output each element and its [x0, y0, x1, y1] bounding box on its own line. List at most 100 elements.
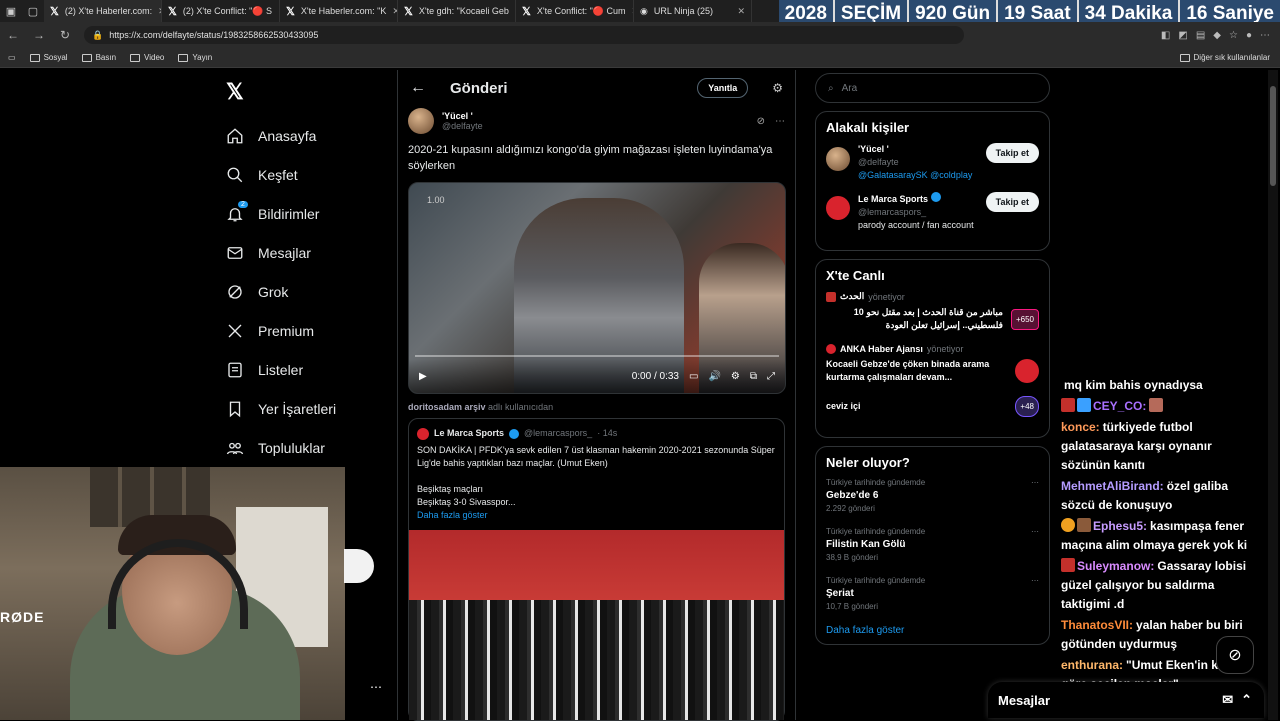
back-icon[interactable]: ← [0, 28, 26, 42]
trend-item[interactable]: Türkiye tarihinde gündemde ⋯ Filistin Kan … [826, 527, 1039, 562]
volume-icon[interactable]: 🔊 [708, 371, 720, 382]
url-field[interactable]: 🔒 https://x.com/delfayte/status/198325866… [84, 26, 964, 44]
extension-icon[interactable]: ◧ [1161, 30, 1170, 41]
person-handle: @delfayte [858, 157, 899, 167]
quoted-author-handle: @lemarcaspors_ [524, 428, 593, 438]
chat-message: Suleymanow: Gassaray lobisi güzel çalışıy… [1061, 557, 1259, 614]
person-name: Le Marca Sports [858, 194, 929, 204]
close-icon[interactable]: ✕ [737, 6, 745, 17]
nav-item-communities[interactable]: Topluluklar [222, 428, 392, 467]
more-icon[interactable]: ⋯ [370, 680, 382, 694]
notification-badge: 2 [238, 200, 248, 208]
more-icon[interactable]: ⋯ [775, 116, 785, 127]
nav-item-bookmarks[interactable]: Yer İşaretleri [222, 389, 392, 428]
nav-item-explore[interactable]: Keşfet [222, 155, 392, 194]
messages-drawer[interactable]: Mesajlar ✉ ⌃ [988, 682, 1264, 718]
search-input[interactable]: ⌕ Ara [815, 73, 1050, 103]
live-card: X'te Canlı الحدث yönetiyor مباشر من قناة … [815, 259, 1050, 438]
new-message-icon[interactable]: ✉ [1222, 692, 1233, 708]
browser-tab[interactable]: 𝕏(2) X'te Haberler.com: ✕ [44, 0, 162, 22]
person-name: 'Yücel ' [858, 144, 889, 154]
bookmark-folder[interactable]: Video [130, 53, 164, 62]
settings-sliders-icon[interactable]: ⚙ [772, 81, 783, 95]
more-icon[interactable]: ⋯ [1031, 527, 1039, 536]
author-name[interactable]: 'Yücel ' [442, 111, 483, 121]
search-icon: ⌕ [828, 82, 834, 94]
tab-label: URL Ninja (25) [653, 6, 714, 16]
bookmark-apps-icon[interactable]: ▭ [8, 53, 16, 62]
chat-user: konce: [1061, 420, 1100, 434]
avatar [826, 147, 850, 171]
live-item[interactable]: الحدث yönetiyor مباشر من قناة الحدث | بعد… [826, 291, 1039, 332]
trend-category: Türkiye tarihinde gündemde [826, 576, 926, 585]
workspaces-icon[interactable]: ▣ [0, 0, 22, 22]
follow-button[interactable]: Takip et [985, 192, 1039, 212]
post-column: ← Gönderi Yanıtla ⚙ 'Yücel ' @delfayte ⊘… [397, 70, 796, 721]
author-handle[interactable]: @delfayte [442, 121, 483, 131]
extension-icon[interactable]: ◆ [1213, 30, 1221, 41]
favorites-icon[interactable]: ☆ [1229, 30, 1238, 41]
nav-item-notifications[interactable]: 2 Bildirimler [222, 194, 392, 233]
reload-icon[interactable]: ↻ [52, 28, 78, 42]
quoted-tweet[interactable]: Le Marca Sports @lemarcaspors_ · 14s SON… [408, 418, 785, 721]
forward-icon[interactable]: → [26, 28, 52, 42]
x-logo-icon: 𝕏 [404, 5, 413, 18]
nav-item-home[interactable]: Anasayfa [222, 116, 392, 155]
x-logo-icon[interactable]: 𝕏 [226, 78, 254, 106]
live-item[interactable]: ANKA Haber Ajansı yönetiyor Kocaeli Gebze… [826, 344, 1039, 384]
show-more-link[interactable]: Daha fazla göster [417, 509, 776, 522]
reply-button[interactable]: Yanıtla [697, 78, 749, 98]
live-item[interactable]: ceviz içi +48 [826, 396, 1039, 417]
fullscreen-icon[interactable]: ⤢ [767, 371, 775, 382]
bookmark-folder[interactable]: Sosyal [29, 53, 68, 62]
tweet-text: 2020-21 kupasını aldığımızı kongo'da giy… [408, 144, 773, 172]
other-bookmarks[interactable]: Diğer sık kullanılanlar [1179, 53, 1280, 62]
extension-icon[interactable]: ▤ [1196, 30, 1205, 41]
live-text: ceviz içi [826, 401, 861, 411]
popout-icon[interactable]: ⧉ [750, 371, 757, 382]
tab-actions-icon[interactable]: ▢ [22, 0, 44, 22]
video-progress-bar[interactable] [415, 355, 779, 357]
back-arrow-icon[interactable]: ← [410, 79, 426, 97]
browser-tab[interactable]: 𝕏X'te gdh: "Kocaeli Geb✕ [398, 0, 516, 22]
related-person[interactable]: Le Marca Sports @lemarcaspors_ parody acc… [826, 192, 1039, 232]
related-person[interactable]: 'Yücel ' @delfayte @GalatasaraySK @coldpla… [826, 143, 1039, 182]
grok-icon[interactable]: ⊘ [757, 116, 765, 127]
repost-user[interactable]: doritosadam arşiv [408, 402, 486, 412]
grok-fab-icon[interactable]: ⊘ [1216, 636, 1254, 674]
browser-tab[interactable]: ◉ URL Ninja (25) ✕ [634, 0, 752, 22]
browser-tab[interactable]: 𝕏X'te Conflict: "🔴 Cum✕ [516, 0, 634, 22]
show-more-link[interactable]: Daha fazla göster [826, 625, 1039, 636]
menu-icon[interactable]: ⋯ [1260, 30, 1270, 41]
nav-item-lists[interactable]: Listeler [222, 350, 392, 389]
settings-icon[interactable]: ⚙ [731, 371, 740, 382]
trend-count: 2.292 gönderi [826, 504, 875, 513]
overlay-toggle[interactable] [344, 549, 374, 583]
page-scrollbar[interactable] [1268, 70, 1278, 720]
captions-icon[interactable]: ▭ [689, 371, 698, 382]
nav-item-messages[interactable]: Mesajlar [222, 233, 392, 272]
team-photo[interactable] [409, 530, 784, 720]
expand-icon[interactable]: ⌃ [1241, 692, 1264, 708]
avatar[interactable] [408, 108, 434, 134]
trend-item[interactable]: Türkiye tarihinde gündemde ⋯ Gebze'de 6 2.2… [826, 478, 1039, 513]
more-icon[interactable]: ⋯ [1031, 478, 1039, 487]
video-player[interactable]: 1.00 ▶ 0:00 / 0:33 ▭ 🔊 ⚙ ⧉ ⤢ [408, 182, 786, 394]
trend-item[interactable]: Türkiye tarihinde gündemde ⋯ Şeriat 10,7 B … [826, 576, 1039, 611]
bookmark-folder[interactable]: Basın [81, 53, 116, 62]
bookmark-folder[interactable]: Yayın [178, 53, 212, 62]
video-controls: ▶ 0:00 / 0:33 ▭ 🔊 ⚙ ⧉ ⤢ [409, 359, 785, 393]
nav-item-premium[interactable]: Premium [222, 311, 392, 350]
scrollbar-thumb[interactable] [1270, 86, 1276, 186]
browser-tab[interactable]: 𝕏X'te Haberler.com: "K✕ [280, 0, 398, 22]
follow-button[interactable]: Takip et [985, 143, 1039, 163]
repost-suffix: adlı kullanıcıdan [488, 402, 554, 412]
play-icon[interactable]: ▶ [419, 371, 427, 382]
profile-icon[interactable]: ● [1246, 30, 1252, 41]
extension-icon[interactable]: ◩ [1178, 30, 1187, 41]
more-icon[interactable]: ⋯ [1031, 576, 1039, 585]
nav-item-grok[interactable]: Grok [222, 272, 392, 311]
chat-user: Ephesu5: [1093, 519, 1148, 533]
person-bio[interactable]: @GalatasaraySK @coldplay [858, 169, 972, 182]
browser-tab[interactable]: 𝕏(2) X'te Conflict: "🔴 S✕ [162, 0, 280, 22]
